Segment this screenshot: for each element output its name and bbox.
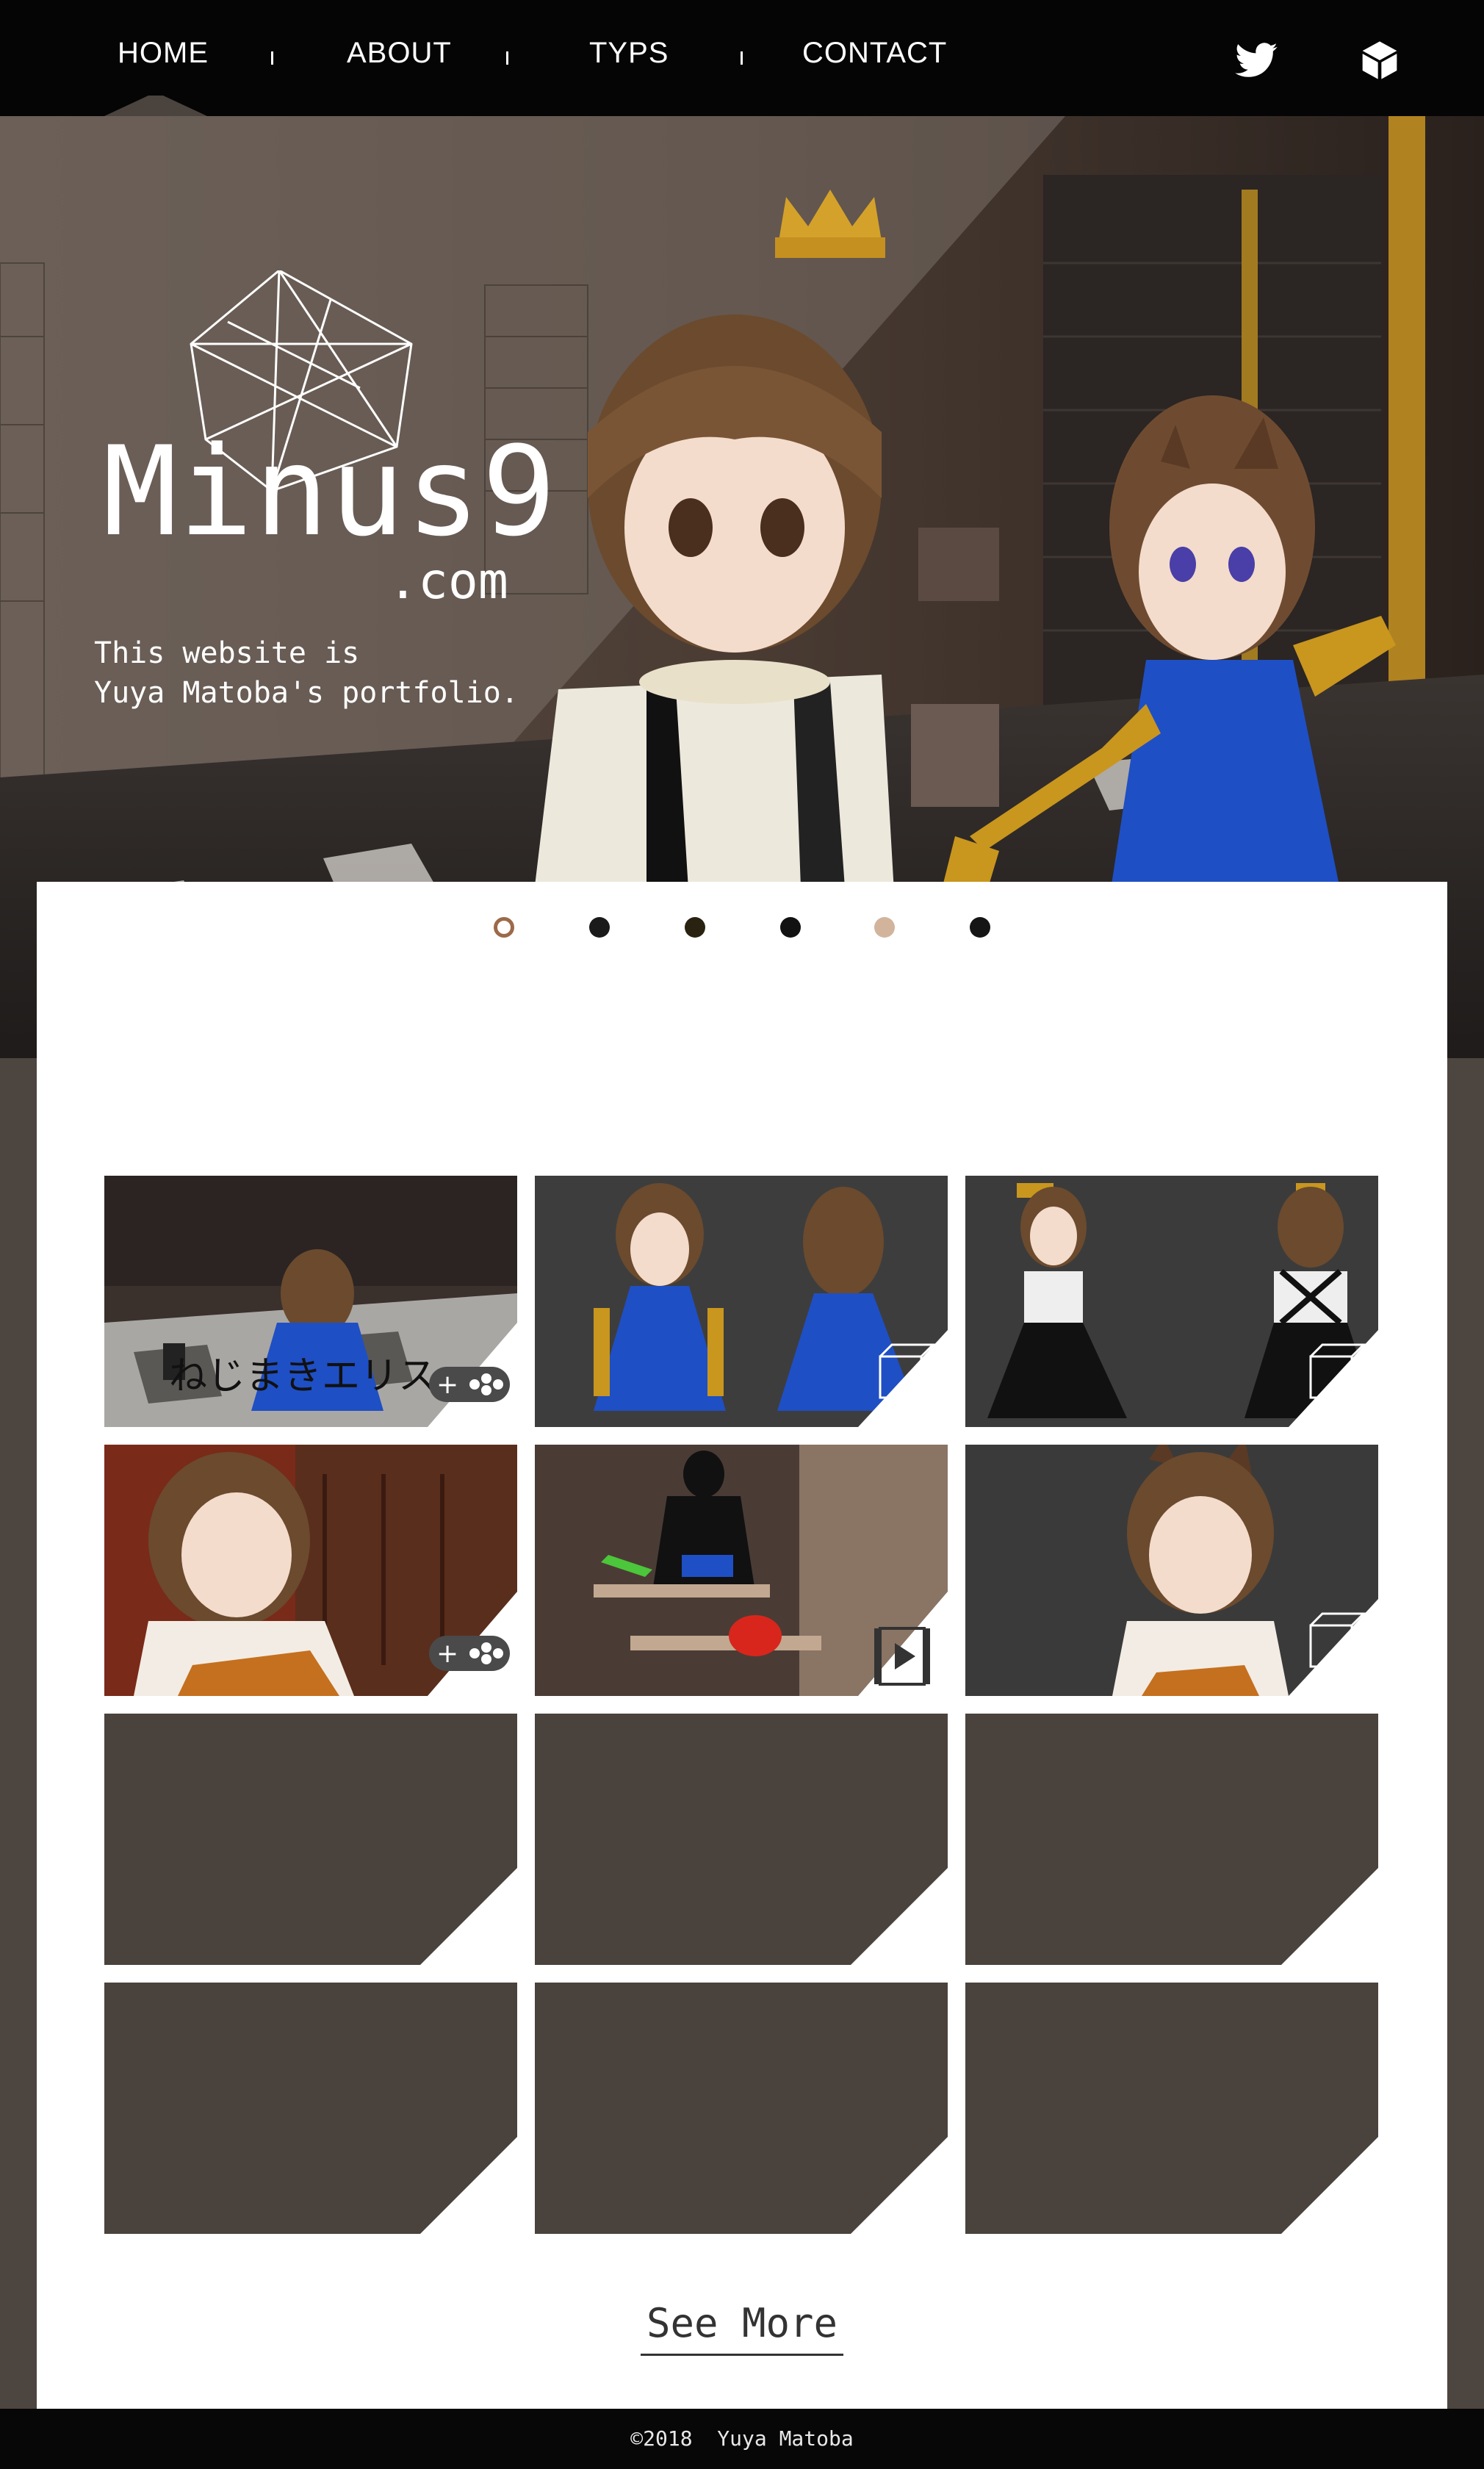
slider-dot[interactable] [874, 917, 895, 938]
see-more-link[interactable]: See More [640, 2300, 844, 2356]
slider-dot[interactable] [970, 917, 990, 938]
active-nav-indicator [104, 96, 207, 116]
work-tile-empty[interactable] [535, 1714, 948, 1965]
nav-about[interactable]: ABOUT [347, 37, 452, 70]
work-tile-model-crown-girl[interactable] [965, 1176, 1378, 1427]
footer: ©2018 Yuya Matoba [0, 2409, 1484, 2469]
game-title-logo: ねじまきエリス [169, 1354, 436, 1398]
nav-home[interactable]: HOME [118, 37, 209, 70]
slider-dot[interactable] [780, 917, 801, 938]
work-tile-empty[interactable] [965, 1983, 1378, 2234]
svg-text:+: + [436, 1639, 458, 1669]
svg-text:+: + [436, 1370, 458, 1400]
work-tile-game-nejimaki[interactable]: ねじまきエリス + [104, 1176, 517, 1427]
cube-icon[interactable] [1358, 38, 1402, 82]
panel-fade-overlay [37, 882, 1447, 1058]
work-tile-empty[interactable] [104, 1983, 517, 2234]
nav-separator [506, 51, 508, 65]
work-tile-model-fox-girl[interactable] [965, 1445, 1378, 1696]
slider-dot[interactable] [685, 917, 705, 938]
work-tile-video-kitchen[interactable] [535, 1445, 948, 1696]
slider-dots [0, 917, 1484, 939]
work-tile-model-blue-dress[interactable] [535, 1176, 948, 1427]
copyright-text: ©2018 Yuya Matoba [630, 2426, 854, 2451]
work-tile-empty[interactable] [535, 1983, 948, 2234]
nav-separator [741, 51, 743, 65]
work-tile-empty[interactable] [965, 1714, 1378, 1965]
site-title: Minus9 [103, 420, 558, 564]
nav-separator [271, 51, 273, 65]
top-navigation: HOME ABOUT TYPS CONTACT [0, 0, 1484, 116]
slider-dot-active[interactable] [494, 917, 514, 938]
site-description: This website is Yuya Matoba's portfolio. [94, 636, 519, 710]
see-more-container: See More [0, 2300, 1484, 2356]
work-tile-game-fox-girl[interactable]: + [104, 1445, 517, 1696]
nav-contact[interactable]: CONTACT [802, 37, 947, 70]
nav-typs[interactable]: TYPS [589, 37, 669, 70]
site-domain: .com [388, 553, 508, 611]
work-tile-empty[interactable] [104, 1714, 517, 1965]
twitter-bird-icon[interactable] [1234, 38, 1278, 82]
slider-dot[interactable] [589, 917, 610, 938]
